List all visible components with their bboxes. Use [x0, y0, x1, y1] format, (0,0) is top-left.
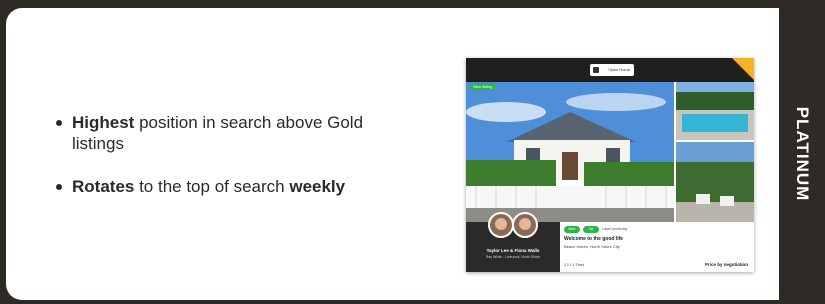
bullet-bold-text: Rotates	[72, 177, 135, 196]
agent-avatar	[512, 212, 538, 238]
tier-label: PLATINUM	[793, 106, 812, 202]
open-home-label: Open Home	[608, 67, 630, 72]
calendar-icon	[593, 67, 599, 73]
pool-photo[interactable]	[676, 82, 754, 140]
main-property-photo[interactable]	[466, 82, 674, 222]
tier-side-panel: PLATINUM	[779, 8, 825, 300]
agency-name: Ray White - Liverpool, North Shore	[485, 255, 541, 259]
agent-panel[interactable]: Taylor Lee & Fiona Walls Ray White - Liv…	[466, 212, 560, 272]
backyard-photo[interactable]	[676, 142, 754, 222]
bullet-text: to the top of search	[134, 177, 290, 196]
bullet-bold-text-2: weekly	[289, 177, 346, 196]
status-pill: New	[564, 226, 580, 233]
listing-top-bar: Open Home	[466, 58, 754, 82]
feature-list: Highest position in search above Gold li…	[54, 112, 414, 219]
feature-bullet-highest-position: Highest position in search above Gold li…	[54, 112, 414, 154]
listing-features: 3 2 1 1 Fixed	[564, 263, 585, 267]
feature-card: Highest position in search above Gold li…	[6, 8, 779, 300]
listing-price: Price by negotiation	[704, 262, 748, 267]
listing-location: Beach Haven, North Shore City	[564, 244, 620, 249]
open-home-button[interactable]: Open Home	[590, 64, 634, 76]
bullet-bold-text: Highest	[72, 113, 135, 132]
agent-names: Taylor Lee & Fiona Walls	[486, 248, 540, 253]
listing-preview-card: Open Home New listing Taylor Lee & Fiona…	[466, 58, 754, 272]
listed-date: Listed yesterday	[602, 227, 628, 231]
feature-bullet-rotates: Rotates to the top of search weekly	[54, 176, 414, 197]
new-listing-badge: New listing	[470, 83, 496, 90]
listing-details[interactable]: New 3d Listed yesterday Welcome to the g…	[560, 222, 754, 272]
agent-avatar	[488, 212, 514, 238]
listing-title: Welcome to the good life	[564, 236, 624, 242]
premium-corner-flag	[732, 58, 754, 80]
status-pill: 3d	[583, 226, 599, 233]
